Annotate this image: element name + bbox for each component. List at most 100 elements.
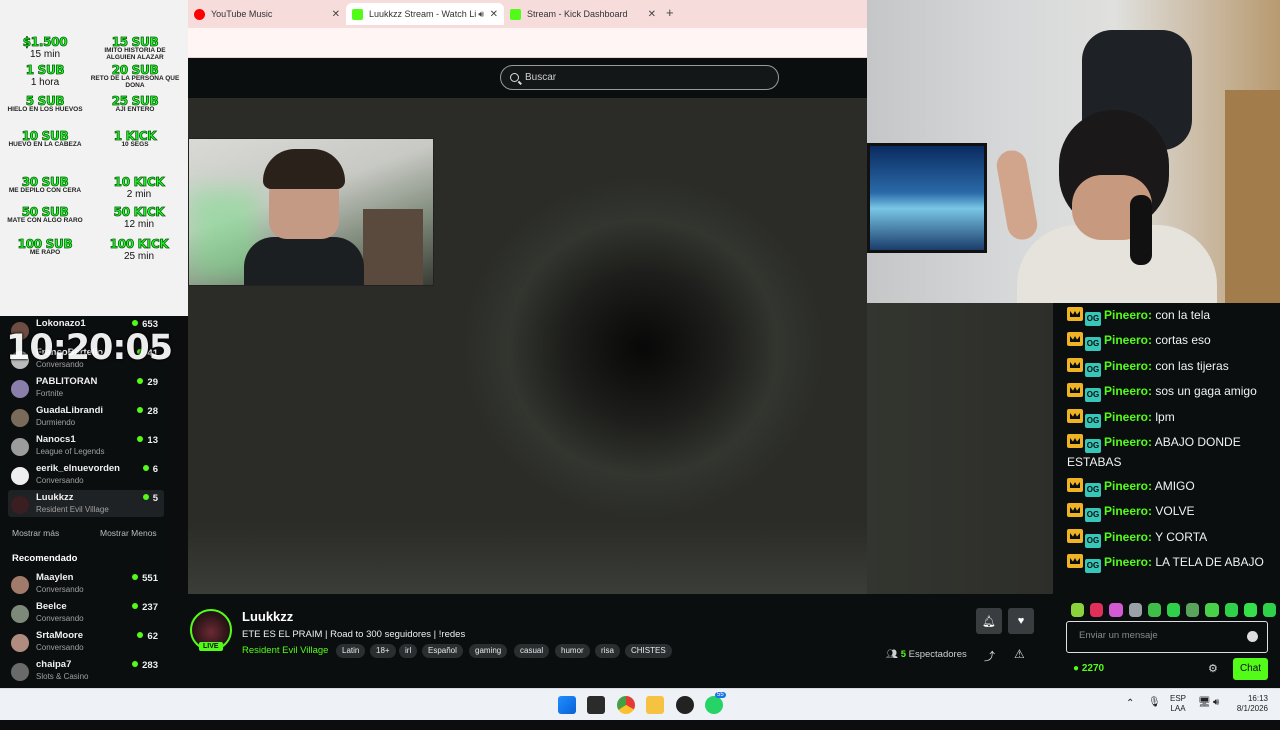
close-tab-icon[interactable]: ✕: [332, 9, 340, 20]
stream-tag[interactable]: irl: [399, 644, 418, 658]
sidebar-channel[interactable]: chaipa7 Slots & Casino 283: [8, 657, 164, 684]
viewer-count: 28: [137, 406, 158, 417]
chat-message: OG Pineero: con la tela: [1067, 306, 1272, 326]
sidebar-channel[interactable]: Maaylen Conversando 551: [8, 570, 164, 597]
chat-text: Y CORTA: [1155, 530, 1208, 544]
og-badge-icon: OG: [1085, 439, 1101, 453]
sidebar-channel[interactable]: SrtaMoore Conversando 62: [8, 628, 164, 655]
clock[interactable]: 16:13 8/1/2026: [1232, 694, 1268, 726]
sidebar-channel-selected[interactable]: Luukkzz Resident Evil Village 5: [8, 490, 164, 517]
sidebar: Lokonazo1 653 FrancoBertello Conversando…: [0, 316, 172, 688]
stream-tag[interactable]: Español: [422, 644, 463, 658]
notification-bell-button[interactable]: 🔔︎: [976, 608, 1002, 634]
viewer-count: 5: [143, 493, 158, 504]
chat-message: OG Pineero: VOLVE: [1067, 502, 1272, 522]
emoji-icon[interactable]: [1247, 631, 1258, 642]
sidebar-channel[interactable]: eerik_elnuevorden Conversando 6: [8, 461, 164, 488]
sidebar-channel[interactable]: Nanocs1 League of Legends 13: [8, 432, 164, 459]
emote-icon[interactable]: [1243, 603, 1257, 617]
gear-icon[interactable]: ⚙: [1208, 662, 1218, 675]
close-tab-icon[interactable]: ✕: [648, 9, 656, 20]
tab-luukkzz-stream[interactable]: Luukkzz Stream - Watch Li 🔊︎ ✕: [346, 3, 504, 25]
emote-icon[interactable]: [1262, 603, 1277, 617]
webcam-overlay: [867, 0, 1280, 303]
crown-badge-icon: [1067, 554, 1083, 568]
chat-message: OG Pineero: LA TELA DE ABAJO: [1067, 553, 1272, 573]
emote-icon[interactable]: [1128, 603, 1142, 617]
emote-icon[interactable]: [1224, 603, 1238, 617]
chat-input-box[interactable]: [1066, 621, 1268, 653]
new-tab-button[interactable]: +: [666, 5, 674, 20]
channel-name: Luukkzz: [36, 492, 74, 503]
windows-start-icon[interactable]: [558, 696, 576, 714]
chat-message-input[interactable]: [1079, 630, 1239, 641]
report-icon[interactable]: ⚠: [1014, 647, 1025, 661]
crown-badge-icon: [1067, 307, 1083, 321]
share-icon[interactable]: ⤴: [984, 648, 995, 664]
chat-text: cortas eso: [1155, 333, 1211, 347]
goal-item: $1.500 15 min: [22, 35, 68, 60]
goal-item: 30 SUB ME DEPILO CON CERA: [8, 175, 82, 194]
microphone-icon[interactable]: 🎙︎: [1148, 697, 1161, 729]
sidebar-channel[interactable]: Beelce Conversando 237: [8, 599, 164, 626]
stream-tag[interactable]: 18+: [370, 644, 396, 658]
network-icon[interactable]: 🖥︎: [1198, 697, 1211, 729]
stream-category[interactable]: Resident Evil Village: [242, 645, 328, 656]
channel-category: Slots & Casino: [36, 672, 89, 681]
search-bar[interactable]: Buscar: [500, 65, 779, 90]
stream-tag[interactable]: CHISTES: [625, 644, 672, 658]
chevron-up-icon[interactable]: ⌃: [1126, 698, 1134, 730]
show-more-button[interactable]: Mostrar más: [12, 528, 59, 538]
goal-item: 50 SUB MATE CON ALGO RARO: [7, 205, 83, 224]
terminal-icon[interactable]: [587, 696, 605, 714]
chrome-icon[interactable]: [617, 696, 635, 714]
sidebar-channel[interactable]: PABLITORAN Fortnite 29: [8, 374, 164, 401]
whatsapp-icon[interactable]: [705, 696, 723, 714]
chat-message: OG Pineero: ABAJO DONDE ESTABAS: [1067, 434, 1241, 469]
windows-taskbar: 55 ⌃ 🎙︎ ESP LAA 🖥︎ 🔊︎ 16:13 8/1/2026: [0, 688, 1280, 720]
emote-icon[interactable]: [1166, 603, 1181, 617]
language-indicator[interactable]: ESP LAA: [1170, 694, 1186, 726]
viewer-count: 237: [132, 602, 158, 613]
obs-icon[interactable]: [676, 696, 694, 714]
stream-tag[interactable]: gaming: [469, 644, 508, 658]
channel-category: League of Legends: [36, 447, 105, 456]
emote-icon[interactable]: [1109, 603, 1123, 617]
stream-info-bar: LIVE Luukkzz ETE ES EL PRAIM | Road to 3…: [172, 594, 1053, 688]
emote-icon[interactable]: [1205, 603, 1219, 617]
stream-tag[interactable]: humor: [555, 644, 590, 658]
chat-username: Pineero: [1104, 333, 1149, 347]
channel-category: Conversando: [36, 614, 84, 623]
stream-tag[interactable]: casual: [514, 644, 550, 658]
emote-icon[interactable]: [1186, 603, 1200, 617]
heart-icon: ♥: [1017, 615, 1025, 627]
follow-button[interactable]: ♥: [1008, 608, 1034, 634]
channel-name[interactable]: Luukkzz: [242, 609, 293, 624]
emote-icon[interactable]: [1090, 603, 1104, 617]
volume-icon[interactable]: 🔊︎: [1213, 697, 1219, 729]
file-explorer-icon[interactable]: [646, 696, 664, 714]
chat-username: Pineero: [1104, 504, 1149, 518]
video-player-extension: [867, 303, 1053, 594]
tab-label: Stream - Kick Dashboard: [527, 9, 628, 19]
close-tab-icon[interactable]: ✕: [490, 9, 498, 20]
send-chat-button[interactable]: Chat: [1233, 658, 1268, 680]
channel-points[interactable]: ● 2270: [1073, 663, 1104, 674]
tab-kick-dashboard[interactable]: Stream - Kick Dashboard ✕: [504, 3, 662, 25]
viewer-count: 29: [137, 377, 158, 388]
sidebar-channel[interactable]: GuadaLibrandi Durmiendo 28: [8, 403, 164, 430]
stream-tag[interactable]: risa: [595, 644, 620, 658]
crown-badge-icon: [1067, 332, 1083, 346]
goal-item: 1 SUB 1 hora: [25, 63, 65, 88]
points-icon: ●: [1073, 663, 1080, 674]
show-less-button[interactable]: Mostrar Menos: [100, 528, 157, 538]
chat-username: Pineero: [1104, 555, 1149, 569]
og-badge-icon: OG: [1085, 508, 1101, 522]
stream-tag[interactable]: Latin: [336, 644, 366, 658]
speaker-icon[interactable]: 🔊︎: [478, 9, 484, 20]
address-bar[interactable]: [188, 28, 867, 58]
emote-icon[interactable]: [1147, 603, 1161, 617]
search-placeholder: Buscar: [525, 72, 557, 83]
emote-icon[interactable]: [1071, 603, 1085, 617]
tab-youtube-music[interactable]: YouTube Music ✕: [188, 3, 346, 25]
